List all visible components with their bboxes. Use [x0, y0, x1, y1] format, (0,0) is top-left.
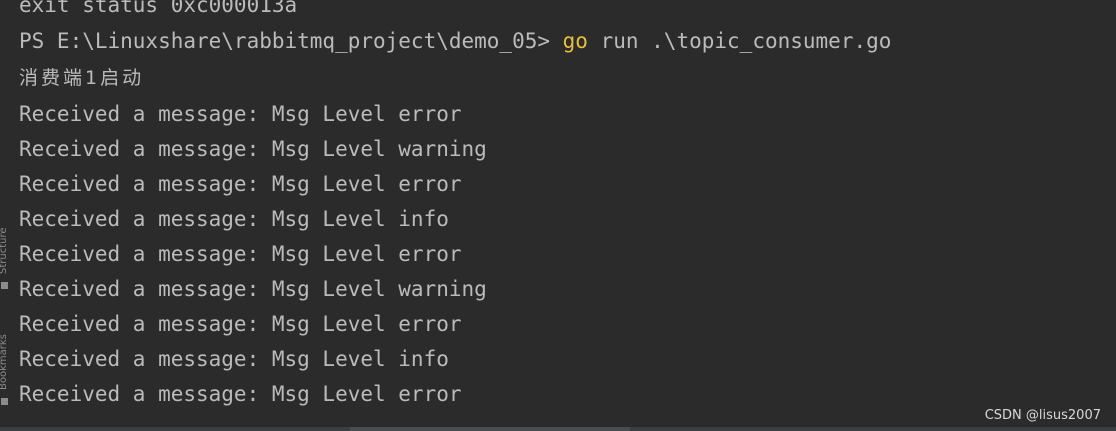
output-line-exit-status: exit status 0xc000013a — [19, 0, 298, 17]
command-args: run .\topic_consumer.go — [587, 29, 892, 53]
terminal-panel[interactable]: Structure Bookmarks exit status 0xc00001… — [0, 0, 1116, 431]
terminal-output: exit status 0xc000013a PS E:\Linuxshare\… — [19, 0, 1116, 412]
output-line-message: Received a message: Msg Level info — [19, 347, 449, 371]
prompt-path: PS E:\Linuxshare\rabbitmq_project\demo_0… — [19, 29, 563, 53]
output-line-message: Received a message: Msg Level error — [19, 242, 462, 266]
output-line-message: Received a message: Msg Level warning — [19, 137, 487, 161]
output-line-message: Received a message: Msg Level error — [19, 102, 462, 126]
output-line-consumer-start: 消费端1启动 — [19, 67, 145, 89]
structure-tab[interactable]: Structure — [0, 214, 10, 274]
structure-icon — [1, 282, 8, 289]
horizontal-scrollbar[interactable] — [0, 427, 1116, 431]
output-line-message: Received a message: Msg Level warning — [19, 277, 487, 301]
output-line-message: Received a message: Msg Level error — [19, 312, 462, 336]
command-keyword: go — [562, 29, 588, 53]
side-tool-strip: Structure Bookmarks — [0, 210, 10, 410]
output-line-message: Received a message: Msg Level error — [19, 172, 462, 196]
prompt-line: PS E:\Linuxshare\rabbitmq_project\demo_0… — [19, 23, 1116, 60]
watermark: CSDN @lisus2007 — [984, 408, 1101, 423]
bookmarks-tab[interactable]: Bookmarks — [0, 318, 10, 390]
output-line-message: Received a message: Msg Level error — [19, 382, 462, 406]
output-line-message: Received a message: Msg Level info — [19, 207, 449, 231]
bookmark-icon — [1, 398, 8, 405]
scrollbar-thumb[interactable] — [350, 427, 630, 431]
